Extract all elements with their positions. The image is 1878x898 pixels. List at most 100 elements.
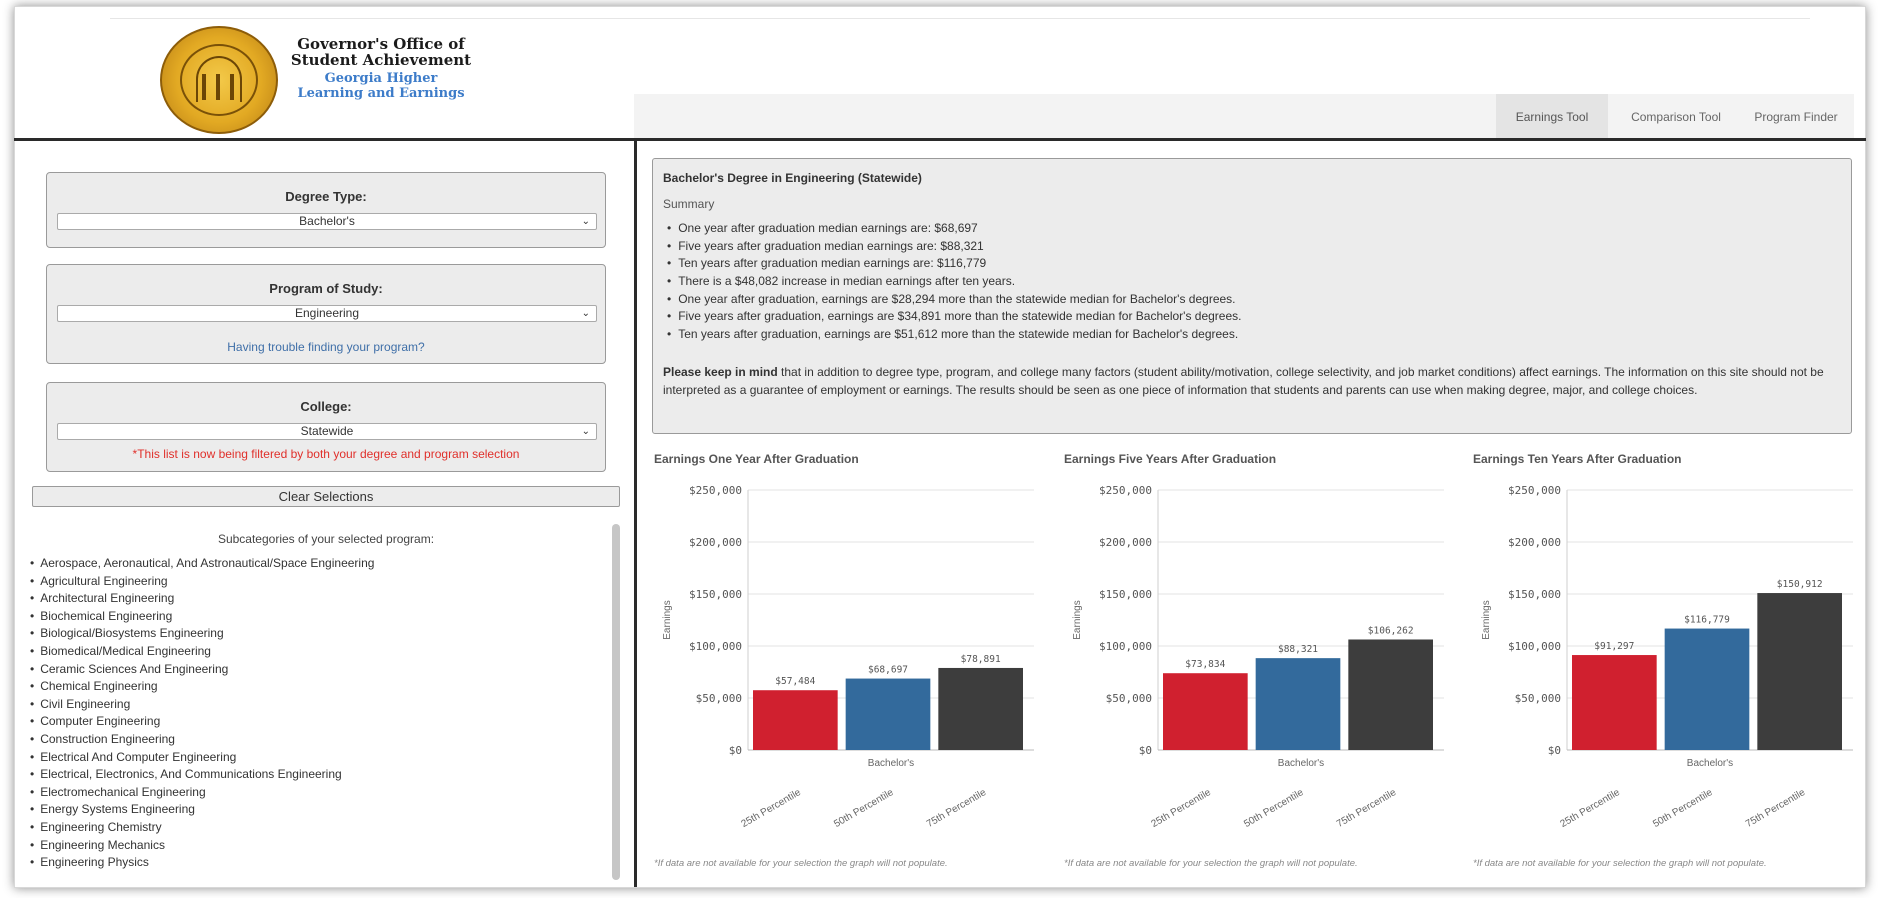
x-category-label: 75th Percentile [1335,787,1399,830]
bar-25th-percentile [753,690,838,750]
x-category-label: 50th Percentile [1651,787,1715,830]
bar-25th-percentile [1163,673,1248,750]
tab-earnings-tool[interactable]: Earnings Tool [1496,94,1608,140]
summary-bullet: Five years after graduation median earni… [678,238,1242,256]
college-value: Statewide [300,424,354,438]
y-tick-label: $250,000 [689,484,742,497]
subcategories-scrollbar[interactable] [612,524,620,880]
bar-value-label: $57,484 [775,676,815,687]
disclaimer-bold: Please keep in mind [663,365,778,379]
bar-value-label: $106,262 [1368,625,1414,636]
summary-bullet: Five years after graduation, earnings ar… [678,308,1241,326]
seal-column-icon [230,74,234,100]
x-category-label: 25th Percentile [1559,787,1623,830]
bar-75th-percentile [1757,593,1842,750]
list-item: Biochemical Engineering [30,608,590,626]
bar-value-label: $73,834 [1185,659,1225,670]
list-item: Electromechanical Engineering [30,784,590,802]
college-filter-warning: *This list is now being filtered by both… [132,447,520,461]
brand-line-1: Governor's Office of [297,35,465,53]
college-filter: College: Statewide ⌄ *This list is now b… [46,382,606,472]
list-item: Engineering Physics [30,854,590,872]
y-tick-label: $50,000 [1515,692,1561,705]
bar-50th-percentile [1664,628,1750,750]
y-tick-label: $0 [1139,744,1152,757]
list-item: Ceramic Sciences And Engineering [30,661,590,679]
georgia-seal-logo [160,26,278,134]
y-tick-label: $0 [729,744,742,757]
y-axis-label: Earnings [1481,600,1492,639]
top-nav: Earnings Tool Comparison Tool Program Fi… [634,94,1854,140]
program-help-link[interactable]: Having trouble finding your program? [47,340,605,354]
brand-line-2: Student Achievement [290,51,472,69]
chevron-down-icon: ⌄ [581,216,590,227]
college-select[interactable]: Statewide ⌄ [57,423,597,440]
y-tick-label: $0 [1548,744,1561,757]
summary-panel: Bachelor's Degree in Engineering (Statew… [652,158,1852,434]
disclaimer-text: that in addition to degree type, program… [663,365,1824,397]
seal-column-icon [202,74,206,100]
summary-bullet: Ten years after graduation, earnings are… [678,326,1242,344]
bar-value-label: $91,297 [1594,641,1634,652]
y-tick-label: $250,000 [1099,484,1152,497]
chevron-down-icon: ⌄ [581,308,590,319]
summary-bullet: One year after graduation median earning… [678,220,1242,238]
tab-comparison-tool[interactable]: Comparison Tool [1616,94,1736,140]
y-axis-label: Earnings [1072,600,1083,639]
summary-subtitle: Summary [663,197,715,211]
x-axis-label: Bachelor's [1278,758,1324,769]
bar-value-label: $88,321 [1278,644,1318,655]
summary-bullets: One year after graduation median earning… [678,220,1242,344]
chevron-down-icon: ⌄ [581,426,590,437]
list-item: Agricultural Engineering [30,573,590,591]
x-category-label: 75th Percentile [1744,787,1808,830]
bar-50th-percentile [845,678,931,750]
x-category-label: 25th Percentile [740,787,804,830]
bar-25th-percentile [1572,655,1657,750]
list-item: Construction Engineering [30,731,590,749]
tab-program-finder[interactable]: Program Finder [1742,94,1850,140]
x-axis-label: Bachelor's [868,758,914,769]
chart-title-1yr: Earnings One Year After Graduation [654,452,859,466]
y-tick-label: $250,000 [1508,484,1561,497]
program-of-study-filter: Program of Study: Engineering ⌄ Having t… [46,264,606,364]
list-item: Engineering Chemistry [30,819,590,837]
list-item: Electrical, Electronics, And Communicati… [30,766,590,784]
program-of-study-select[interactable]: Engineering ⌄ [57,305,597,322]
brand-line-3: Georgia Higher [324,71,438,86]
y-tick-label: $200,000 [689,536,742,549]
summary-bullet: Ten years after graduation median earnin… [678,255,1242,273]
list-item: Energy Systems Engineering [30,801,590,819]
bar-value-label: $68,697 [868,665,908,676]
subcategories-heading: Subcategories of your selected program: [217,532,435,546]
x-category-label: 50th Percentile [832,787,896,830]
college-label: College: [300,399,352,414]
degree-type-value: Bachelor's [299,214,355,228]
y-tick-label: $50,000 [1106,692,1152,705]
degree-type-label: Degree Type: [285,189,367,204]
panel-divider [634,141,637,887]
y-tick-label: $150,000 [1099,588,1152,601]
x-category-label: 75th Percentile [925,787,989,830]
subcategories-list: Aerospace, Aeronautical, And Astronautic… [30,555,590,872]
list-item: Biomedical/Medical Engineering [30,643,590,661]
chart-footnote-1yr: *If data are not available for your sele… [654,858,948,869]
seal-inner-ring [180,44,258,116]
chart-title-10yr: Earnings Ten Years After Graduation [1473,452,1682,466]
bar-value-label: $150,912 [1777,579,1823,590]
y-axis-label: Earnings [662,600,673,639]
degree-type-select[interactable]: Bachelor's ⌄ [57,213,597,230]
list-item: Computer Engineering [30,713,590,731]
y-tick-label: $100,000 [689,640,742,653]
clear-selections-button[interactable]: Clear Selections [32,486,620,507]
y-tick-label: $150,000 [1508,588,1561,601]
list-item: Aerospace, Aeronautical, And Astronautic… [30,555,590,573]
chart-footnote-10yr: *If data are not available for your sele… [1473,858,1767,869]
brand-title: Governor's Office of Student Achievement… [286,36,476,101]
header-divider [14,138,1866,141]
y-tick-label: $100,000 [1099,640,1152,653]
earnings-5yr-chart: $0 $50,000 $100,000 $150,000 $200,000 $250,00… [1072,484,1444,830]
summary-title: Bachelor's Degree in Engineering (Statew… [663,171,922,185]
list-item: Architectural Engineering [30,590,590,608]
x-axis-label: Bachelor's [1687,758,1733,769]
